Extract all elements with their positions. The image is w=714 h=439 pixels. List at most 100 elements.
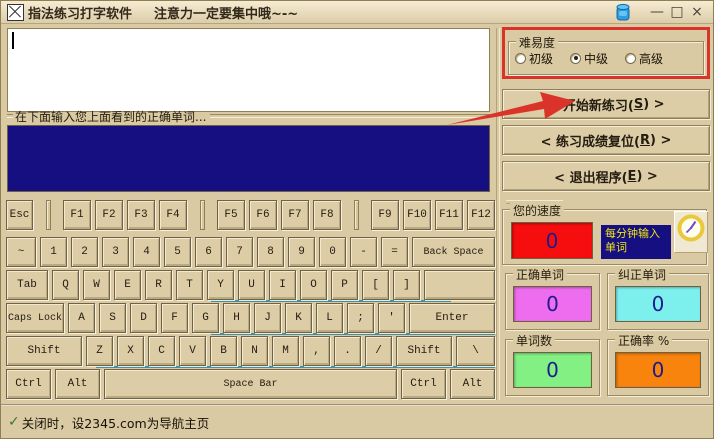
key-r[interactable]: R — [145, 270, 172, 300]
text-caret — [12, 32, 14, 49]
key-p[interactable]: P — [331, 270, 358, 300]
key-0[interactable]: 0 — [319, 237, 346, 267]
key-apostrophe[interactable]: ' — [378, 303, 405, 333]
close-button[interactable]: × — [687, 2, 707, 22]
word-count-value: 0 — [513, 352, 592, 388]
maximize-button[interactable]: □ — [667, 2, 687, 22]
key-backslash[interactable]: \ — [456, 336, 495, 366]
panel-divider — [496, 28, 500, 400]
key-f12[interactable]: F12 — [467, 200, 495, 230]
key-equals[interactable]: = — [381, 237, 408, 267]
key-f11[interactable]: F11 — [435, 200, 463, 230]
key-h[interactable]: H — [223, 303, 250, 333]
start-new-practice-button[interactable]: < 开始新练习(S) > — [502, 89, 710, 119]
key-e[interactable]: E — [114, 270, 141, 300]
key-ctrl[interactable]: Ctrl — [6, 369, 51, 399]
key-4[interactable]: 4 — [133, 237, 160, 267]
key-t[interactable]: T — [176, 270, 203, 300]
key-shift[interactable]: Shift — [6, 336, 82, 366]
key-esc[interactable]: Esc — [6, 200, 33, 230]
key-q[interactable]: Q — [52, 270, 79, 300]
corrected-words-value: 0 — [615, 286, 701, 322]
key-5[interactable]: 5 — [164, 237, 191, 267]
key-tab[interactable]: Tab — [6, 270, 48, 300]
clock-tile — [674, 211, 707, 252]
key-caps-lock[interactable]: Caps Lock — [6, 303, 64, 333]
keyboard-row: ~1234567890-=Back Space — [6, 237, 495, 267]
key-s[interactable]: S — [99, 303, 126, 333]
key-y[interactable]: Y — [207, 270, 234, 300]
key-6[interactable]: 6 — [195, 237, 222, 267]
key-f7[interactable]: F7 — [281, 200, 309, 230]
typing-input-area[interactable] — [7, 28, 490, 112]
key-blank[interactable] — [424, 270, 495, 300]
key-c[interactable]: C — [148, 336, 175, 366]
key-j[interactable]: J — [254, 303, 281, 333]
key-b[interactable]: B — [210, 336, 237, 366]
key-f9[interactable]: F9 — [371, 200, 399, 230]
key-z[interactable]: Z — [86, 336, 113, 366]
key-f10[interactable]: F10 — [403, 200, 431, 230]
key-comma[interactable]: , — [303, 336, 330, 366]
difficulty-radio-intermediate[interactable]: 中级 — [570, 50, 608, 67]
key-7[interactable]: 7 — [226, 237, 253, 267]
key-bracket-right[interactable]: ] — [393, 270, 420, 300]
accuracy-groupbox: 正确率 % 0 — [607, 339, 709, 396]
key-3[interactable]: 3 — [102, 237, 129, 267]
key-f[interactable]: F — [161, 303, 188, 333]
key-slash[interactable]: / — [365, 336, 392, 366]
key-f4[interactable]: F4 — [159, 200, 187, 230]
key-k[interactable]: K — [285, 303, 312, 333]
key-shift[interactable]: Shift — [396, 336, 452, 366]
key-f5[interactable]: F5 — [217, 200, 245, 230]
key-a[interactable]: A — [68, 303, 95, 333]
key-d[interactable]: D — [130, 303, 157, 333]
key-n[interactable]: N — [241, 336, 268, 366]
key-space-bar[interactable]: Space Bar — [104, 369, 397, 399]
key-o[interactable]: O — [300, 270, 327, 300]
key-f3[interactable]: F3 — [127, 200, 155, 230]
speed-groupbox: 您的速度 0 每分钟输入单词 — [502, 209, 707, 265]
key-alt[interactable]: Alt — [450, 369, 495, 399]
key-ctrl[interactable]: Ctrl — [401, 369, 446, 399]
key-back-space[interactable]: Back Space — [412, 237, 495, 267]
key-9[interactable]: 9 — [288, 237, 315, 267]
key-f8[interactable]: F8 — [313, 200, 341, 230]
difficulty-radio-beginner[interactable]: 初级 — [515, 50, 553, 67]
key-alt[interactable]: Alt — [55, 369, 100, 399]
key-f1[interactable]: F1 — [63, 200, 91, 230]
key-minus[interactable]: - — [350, 237, 377, 267]
reset-score-button[interactable]: < 练习成绩复位(R) > — [502, 125, 710, 155]
blue-mascot-icon[interactable] — [613, 2, 633, 22]
window-subtitle: 注意力一定要集中哦~-~ — [154, 3, 298, 22]
virtual-keyboard: EscF1F2F3F4F5F6F7F8F9F10F11F12~123456789… — [6, 200, 495, 401]
key-semicolon[interactable]: ; — [347, 303, 374, 333]
corrected-words-legend: 纠正单词 — [615, 266, 669, 283]
key-8[interactable]: 8 — [257, 237, 284, 267]
key-w[interactable]: W — [83, 270, 110, 300]
key-f2[interactable]: F2 — [95, 200, 123, 230]
key-x[interactable]: X — [117, 336, 144, 366]
homepage-checkbox[interactable]: ✓ 关闭时，设2345.com为导航主页 — [8, 413, 209, 432]
key-tilde[interactable]: ~ — [6, 237, 36, 267]
key-m[interactable]: M — [272, 336, 299, 366]
difficulty-radio-advanced[interactable]: 高级 — [625, 50, 663, 67]
radio-label: 初级 — [529, 50, 553, 67]
key-period[interactable]: . — [334, 336, 361, 366]
correct-words-groupbox: 正确单词 0 — [505, 273, 600, 330]
key-v[interactable]: V — [179, 336, 206, 366]
minimize-button[interactable]: — — [647, 2, 667, 22]
difficulty-groupbox: 难易度 初级中级高级 — [508, 41, 704, 75]
key-2[interactable]: 2 — [71, 237, 98, 267]
radio-icon — [625, 53, 636, 64]
prompt-label-row: 在下面输入您上面看到的正确单词... — [7, 108, 490, 124]
key-g[interactable]: G — [192, 303, 219, 333]
exit-program-button[interactable]: < 退出程序(E) > — [502, 161, 710, 191]
key-f6[interactable]: F6 — [249, 200, 277, 230]
key-enter[interactable]: Enter — [409, 303, 495, 333]
key-l[interactable]: L — [316, 303, 343, 333]
key-1[interactable]: 1 — [40, 237, 67, 267]
key-bracket-left[interactable]: [ — [362, 270, 389, 300]
key-u[interactable]: U — [238, 270, 265, 300]
key-i[interactable]: I — [269, 270, 296, 300]
